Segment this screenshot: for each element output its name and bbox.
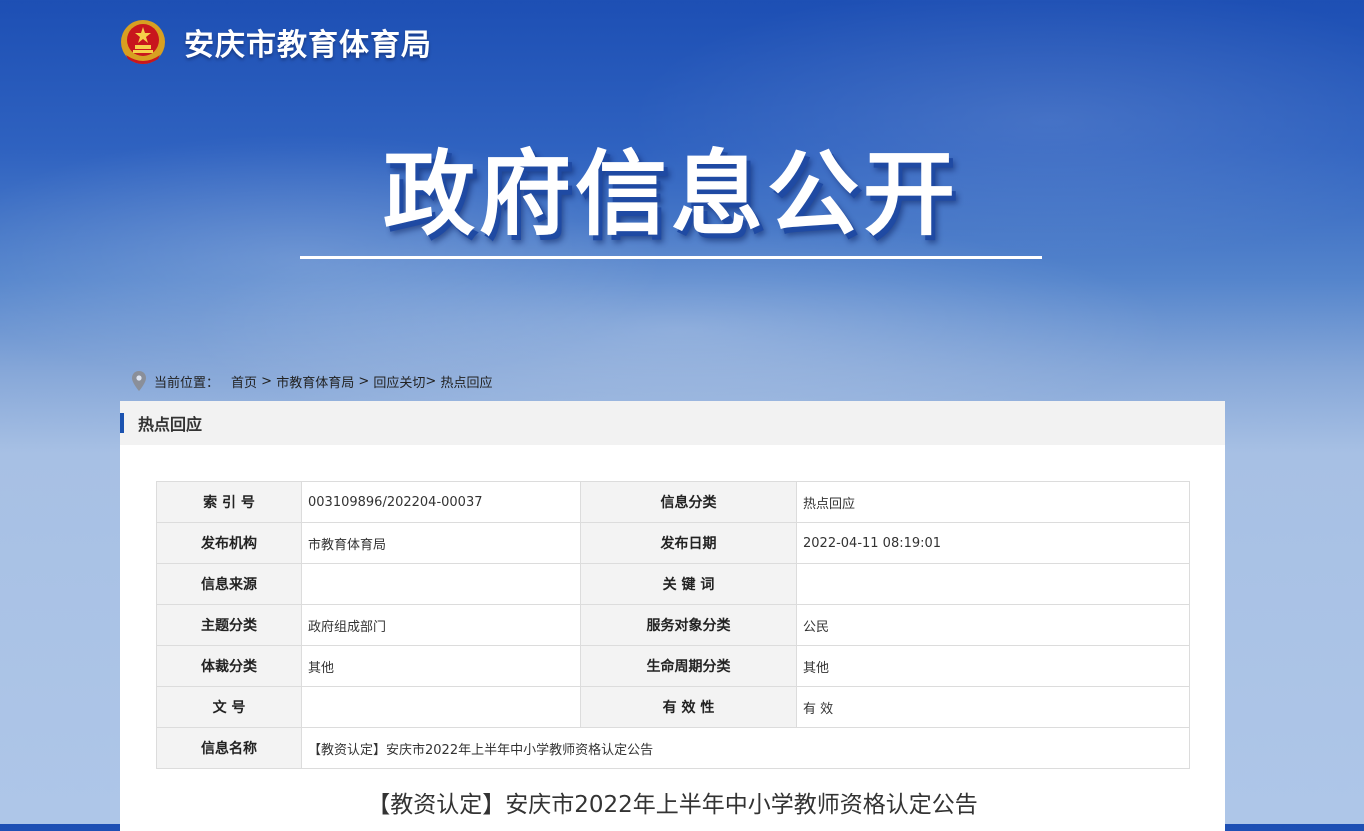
breadcrumb-bureau[interactable]: 市教育体育局: [276, 372, 354, 391]
panel-header: 热点回应: [120, 401, 1225, 445]
table-row: 发布机构 市教育体育局 发布日期 2022-04-11 08:19:01: [156, 522, 1190, 564]
info-source-label: 信息来源: [156, 563, 302, 605]
national-emblem-icon[interactable]: [120, 19, 166, 65]
genre-category-value: 其他: [301, 645, 581, 687]
breadcrumb-separator: >: [257, 373, 277, 389]
table-row: 主题分类 政府组成部门 服务对象分类 公民: [156, 604, 1190, 646]
publish-date-label: 发布日期: [580, 522, 797, 564]
keywords-label: 关 键 词: [580, 563, 797, 605]
location-pin-icon: [132, 371, 146, 391]
panel-accent-bar: [120, 413, 124, 433]
info-category-label: 信息分类: [580, 481, 797, 523]
breadcrumb-home[interactable]: 首页: [231, 372, 257, 391]
content-panel: 热点回应 索 引 号 003109896/202204-00037 信息分类 热…: [120, 401, 1225, 831]
breadcrumb-label: 当前位置：: [154, 375, 220, 391]
info-source-value: [301, 563, 581, 605]
info-category-value: 热点回应: [796, 481, 1190, 523]
breadcrumb-hot-response[interactable]: 热点回应: [440, 372, 492, 391]
index-number-value: 003109896/202204-00037: [301, 481, 581, 523]
service-target-label: 服务对象分类: [580, 604, 797, 646]
topic-category-label: 主题分类: [156, 604, 302, 646]
info-name-value: 【教资认定】安庆市2022年上半年中小学教师资格认定公告: [301, 727, 1190, 769]
publisher-value: 市教育体育局: [301, 522, 581, 564]
lifecycle-category-value: 其他: [796, 645, 1190, 687]
article-title: 【教资认定】安庆市2022年上半年中小学教师资格认定公告: [367, 792, 978, 818]
validity-value: 有 效: [796, 686, 1190, 728]
publish-date-value: 2022-04-11 08:19:01: [796, 522, 1190, 564]
table-row: 信息来源 关 键 词: [156, 563, 1190, 605]
index-number-label: 索 引 号: [156, 481, 302, 523]
info-meta-table: 索 引 号 003109896/202204-00037 信息分类 热点回应 发…: [156, 481, 1190, 769]
breadcrumb-separator: >: [425, 373, 441, 389]
keywords-value: [796, 563, 1190, 605]
panel-title: 热点回应: [138, 415, 203, 434]
genre-category-label: 体裁分类: [156, 645, 302, 687]
service-target-value: 公民: [796, 604, 1190, 646]
breadcrumb: 当前位置： 首页 > 市教育体育局 > 回应关切 > 热点回应: [132, 370, 492, 392]
breadcrumb-response[interactable]: 回应关切: [373, 372, 425, 391]
banner-divider: [300, 256, 1042, 259]
validity-label: 有 效 性: [580, 686, 797, 728]
publisher-label: 发布机构: [156, 522, 302, 564]
topic-category-value: 政府组成部门: [301, 604, 581, 646]
document-number-label: 文 号: [156, 686, 302, 728]
table-row: 文 号 有 效 性 有 效: [156, 686, 1190, 728]
document-number-value: [301, 686, 581, 728]
lifecycle-category-label: 生命周期分类: [580, 645, 797, 687]
banner-title: 政府信息公开: [382, 141, 959, 248]
site-header: 安庆市教育体育局: [120, 16, 432, 68]
table-row: 体裁分类 其他 生命周期分类 其他: [156, 645, 1190, 687]
site-title[interactable]: 安庆市教育体育局: [184, 20, 432, 64]
breadcrumb-separator: >: [354, 373, 374, 389]
table-row: 索 引 号 003109896/202204-00037 信息分类 热点回应: [156, 481, 1190, 523]
table-row: 信息名称 【教资认定】安庆市2022年上半年中小学教师资格认定公告: [156, 727, 1190, 769]
info-name-label: 信息名称: [156, 727, 302, 769]
